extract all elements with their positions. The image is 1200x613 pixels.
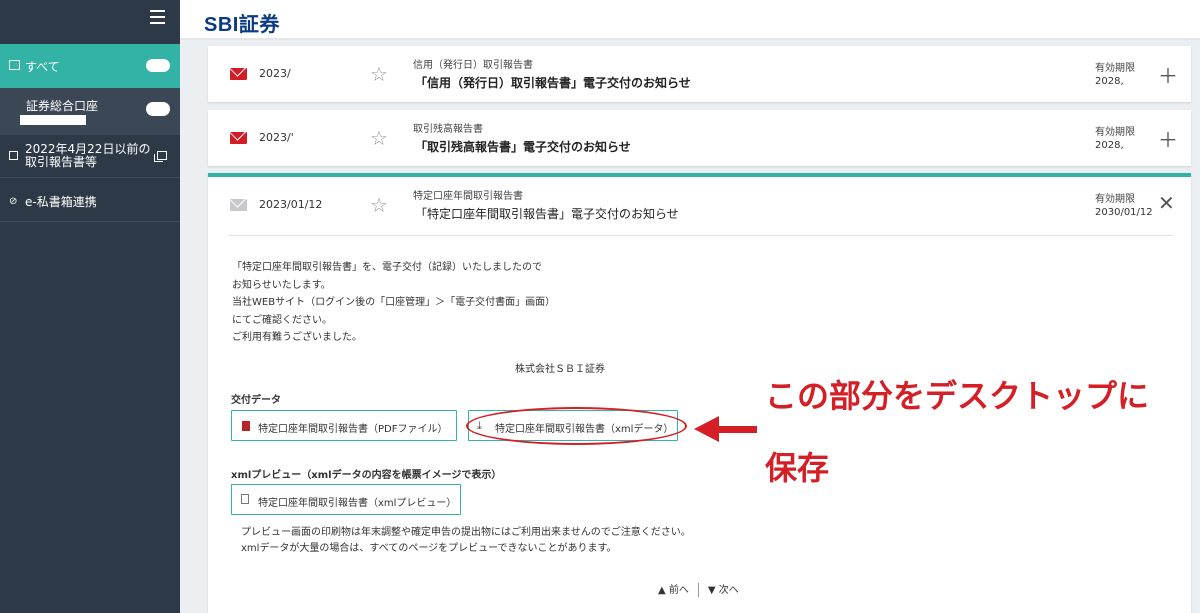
xml-preview-label: xmlプレビュー（xmlデータの内容を帳票イメージで表示） — [231, 470, 502, 481]
expiry-label: 有効期限 — [1095, 194, 1135, 205]
menu-icon[interactable] — [150, 10, 165, 24]
arrow-shaft — [717, 426, 757, 433]
body-line: ご利用有難うございました。 — [232, 332, 362, 343]
message-category: 信用（発行日）取引報告書 — [413, 60, 533, 71]
sidebar: すべて 証券総合口座 2022年4月22日以前の 取引報告書等 ⊘ e-私書箱連携 — [0, 0, 180, 613]
link-icon: ⊘ — [9, 196, 18, 207]
sidebar-item-label: すべて — [25, 60, 60, 74]
sidebar-item-all[interactable]: すべて — [0, 44, 180, 88]
label-line-1: 2022年4月22日以前の — [25, 142, 151, 156]
expiry-date: 2030/01/12 — [1095, 207, 1153, 218]
expand-icon[interactable]: ＋ — [1158, 124, 1178, 153]
arrow-head — [694, 416, 719, 442]
star-icon[interactable]: ☆ — [370, 126, 388, 150]
sidebar-item-old-reports[interactable]: 2022年4月22日以前の 取引報告書等 — [0, 136, 180, 178]
external-window-icon — [154, 151, 167, 162]
sidebar-item-account[interactable]: 証券総合口座 — [0, 88, 180, 135]
label-line-2: 取引報告書等 — [25, 155, 98, 169]
body-line: 「特定口座年間取引報告書」を、電子交付（記録）いたしましたので — [232, 262, 542, 273]
note-line: プレビュー画面の印刷物は年末調整や確定申告の提出物にはご利用出来ませんのでご注意… — [241, 527, 691, 538]
expand-icon[interactable]: ＋ — [1158, 60, 1178, 89]
inbox-icon — [9, 60, 20, 70]
document-icon — [241, 494, 249, 504]
message-title: 「特定口座年間取引報告書」電子交付のお知らせ — [415, 207, 679, 221]
main-area: SBI証券 2023/ ☆ 信用（発行日）取引報告書 「信用（発行日）取引報告書… — [180, 0, 1200, 613]
xml-preview-button[interactable]: 特定口座年間取引報告書（xmlプレビュー） — [231, 484, 461, 515]
pdf-icon — [242, 421, 250, 431]
redacted-account-number — [20, 115, 86, 125]
preview-notes: プレビュー画面の印刷物は年末調整や確定申告の提出物にはご利用出来ませんのでご注意… — [241, 525, 691, 557]
message-date: 2023/01/12 — [259, 198, 323, 211]
redacted-badge — [146, 102, 170, 116]
company-name: 株式会社ＳＢＩ証券 — [515, 364, 605, 375]
pager: ▲ 前へ ▼ 次へ — [658, 581, 739, 597]
next-link[interactable]: ▼ 次へ — [708, 585, 739, 596]
mail-icon — [230, 132, 247, 144]
message-title: 「取引残高報告書」電子交付のお知らせ — [415, 140, 631, 154]
expiry-date: 2028, — [1095, 76, 1124, 87]
sidebar-item-e-mailbox[interactable]: ⊘ e-私書箱連携 — [0, 178, 180, 222]
sidebar-item-label: 2022年4月22日以前の 取引報告書等 — [25, 143, 150, 169]
button-label: 特定口座年間取引報告書（xmlプレビュー） — [258, 498, 457, 509]
expiry-label: 有効期限 — [1095, 63, 1135, 74]
mail-icon — [230, 68, 247, 80]
highlight-ellipse — [466, 407, 687, 445]
mail-open-icon — [230, 199, 247, 211]
message-category: 取引残高報告書 — [413, 124, 483, 135]
delivery-data-label: 交付データ — [231, 395, 281, 406]
sidebar-item-label: e-私書箱連携 — [25, 195, 97, 209]
message-body: 「特定口座年間取引報告書」を、電子交付（記録）いたしましたので お知らせいたしま… — [232, 259, 555, 347]
button-label: 特定口座年間取引報告書（PDFファイル） — [258, 424, 448, 435]
message-title: 「信用（発行日）取引報告書」電子交付のお知らせ — [415, 76, 691, 90]
body-line: お知らせいたします。 — [232, 279, 331, 291]
prev-link[interactable]: ▲ 前へ — [658, 585, 689, 596]
expiry-date: 2028, — [1095, 140, 1124, 151]
pager-separator — [697, 583, 699, 597]
message-date: 2023/' — [259, 131, 294, 144]
annotation-text: この部分をデスクトップに — [765, 377, 1150, 415]
divider — [228, 235, 1173, 236]
brand-logo: SBI証券 — [204, 14, 280, 36]
pdf-download-button[interactable]: 特定口座年間取引報告書（PDFファイル） — [231, 410, 457, 441]
sidebar-item-label: 証券総合口座 — [26, 99, 99, 113]
archive-icon — [9, 151, 18, 160]
body-line: にてご確認ください。 — [232, 314, 332, 326]
message-row[interactable]: 2023/' ☆ 取引残高報告書 「取引残高報告書」電子交付のお知らせ 有効期限… — [208, 110, 1191, 166]
sidebar-header — [0, 0, 180, 44]
expiry-label: 有効期限 — [1095, 127, 1135, 138]
star-icon[interactable]: ☆ — [370, 193, 388, 217]
note-line: xmlデータが大量の場合は、すべてのページをプレビューできないことがあります。 — [241, 543, 617, 554]
body-line: 当社WEBサイト（ログイン後の「口座管理」＞「電子交付書面」画面） — [232, 297, 556, 308]
message-date: 2023/ — [259, 67, 291, 80]
header: SBI証券 — [180, 0, 1200, 40]
star-icon[interactable]: ☆ — [370, 62, 388, 86]
close-icon[interactable]: ✕ — [1158, 191, 1175, 215]
unread-count-badge — [146, 59, 170, 72]
message-category: 特定口座年間取引報告書 — [413, 191, 523, 202]
message-row[interactable]: 2023/ ☆ 信用（発行日）取引報告書 「信用（発行日）取引報告書」電子交付の… — [208, 46, 1191, 102]
annotation-text: 保存 — [765, 449, 830, 487]
